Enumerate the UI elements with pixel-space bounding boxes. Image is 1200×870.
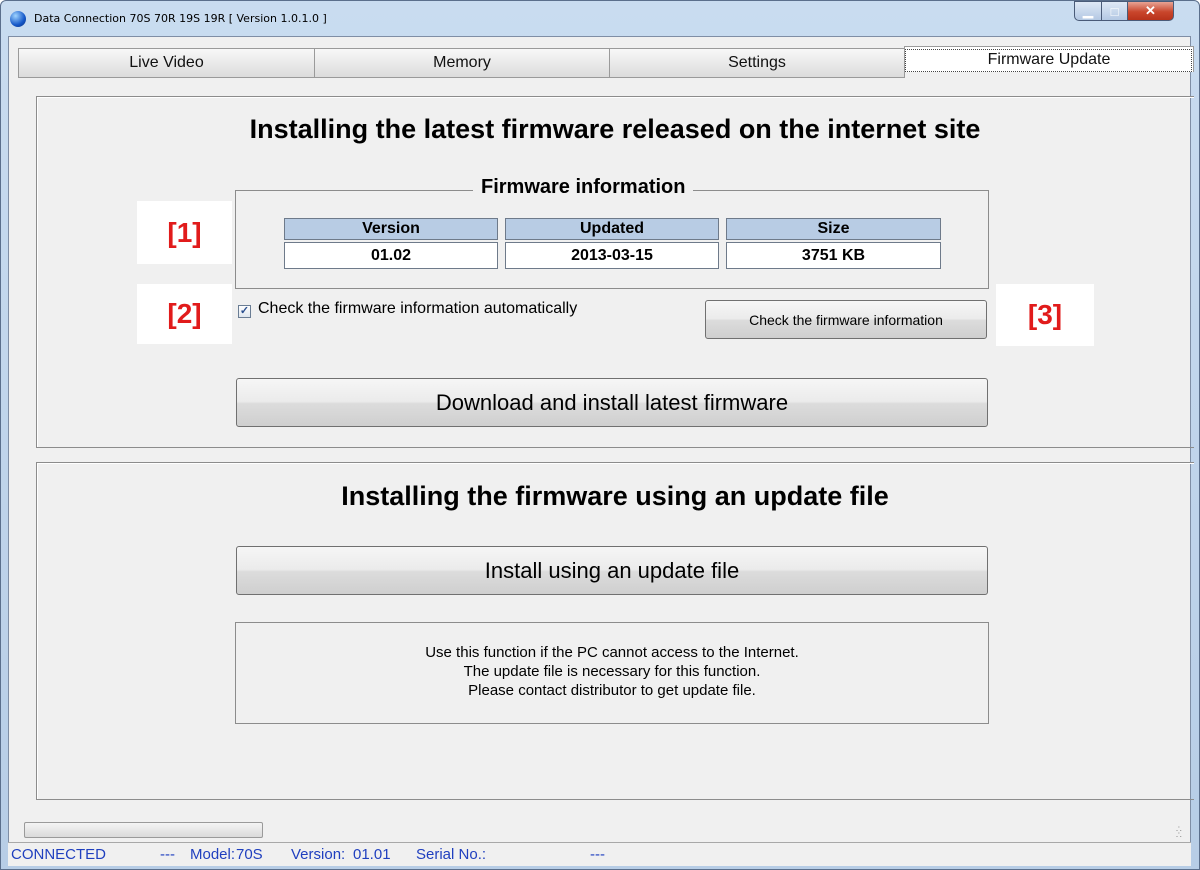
serial-value: --- (590, 846, 605, 863)
size-header: Size (726, 218, 941, 240)
version-value: 01.02 (284, 242, 498, 269)
maximize-button[interactable]: □ (1101, 1, 1128, 21)
minimize-icon: ▁ (1083, 3, 1093, 18)
auto-check-checkbox[interactable]: ✓ (238, 305, 251, 318)
minimize-button[interactable]: ▁ (1074, 1, 1102, 21)
tab-focus-outline (905, 49, 1192, 72)
model-label: Model: (190, 846, 236, 863)
status-separator: --- (160, 846, 175, 863)
model-value: 70S (236, 846, 263, 863)
horizontal-scrollbar-thumb[interactable] (24, 822, 263, 838)
resize-grip-icon[interactable]: ∴ ∴ (1176, 825, 1190, 864)
tab-live-video[interactable]: Live Video (18, 48, 315, 78)
annotation-marker-2: [2] (137, 284, 232, 344)
connection-status: CONNECTED (11, 846, 107, 863)
size-value: 3751 KB (726, 242, 941, 269)
updated-value: 2013-03-15 (505, 242, 719, 269)
check-firmware-button[interactable]: Check the firmware information (705, 300, 987, 339)
window-title: Data Connection 70S 70R 19S 19R [ Versio… (34, 12, 327, 25)
note-line: Please contact distributor to get update… (468, 682, 756, 699)
device-version-value: 01.01 (353, 846, 391, 863)
maximize-icon: □ (1110, 3, 1119, 19)
version-header: Version (284, 218, 498, 240)
auto-check-label[interactable]: Check the firmware information automatic… (258, 300, 577, 318)
serial-label: Serial No.: (416, 846, 487, 863)
install-update-file-button[interactable]: Install using an update file (236, 546, 988, 595)
app-icon (10, 11, 26, 27)
note-line: The update file is necessary for this fu… (463, 663, 761, 680)
annotation-marker-1: [1] (137, 201, 232, 264)
download-install-button[interactable]: Download and install latest firmware (236, 378, 988, 427)
tab-memory[interactable]: Memory (314, 48, 610, 78)
close-button[interactable]: ✕ (1127, 1, 1174, 21)
title-bar[interactable]: Data Connection 70S 70R 19S 19R [ Versio… (0, 0, 1200, 36)
note-text: Use this function if the PC cannot acces… (235, 643, 989, 700)
checkmark-icon: ✓ (239, 305, 250, 317)
version-label: Version: (291, 846, 346, 863)
close-icon: ✕ (1145, 3, 1156, 18)
file-update-heading: Installing the firmware using an update … (341, 481, 889, 511)
updated-header: Updated (505, 218, 719, 240)
annotation-marker-3: [3] (996, 284, 1094, 346)
online-update-heading: Installing the latest firmware released … (249, 114, 981, 144)
tab-settings[interactable]: Settings (609, 48, 905, 78)
note-line: Use this function if the PC cannot acces… (425, 644, 799, 661)
firmware-info-title: Firmware information (473, 176, 694, 199)
